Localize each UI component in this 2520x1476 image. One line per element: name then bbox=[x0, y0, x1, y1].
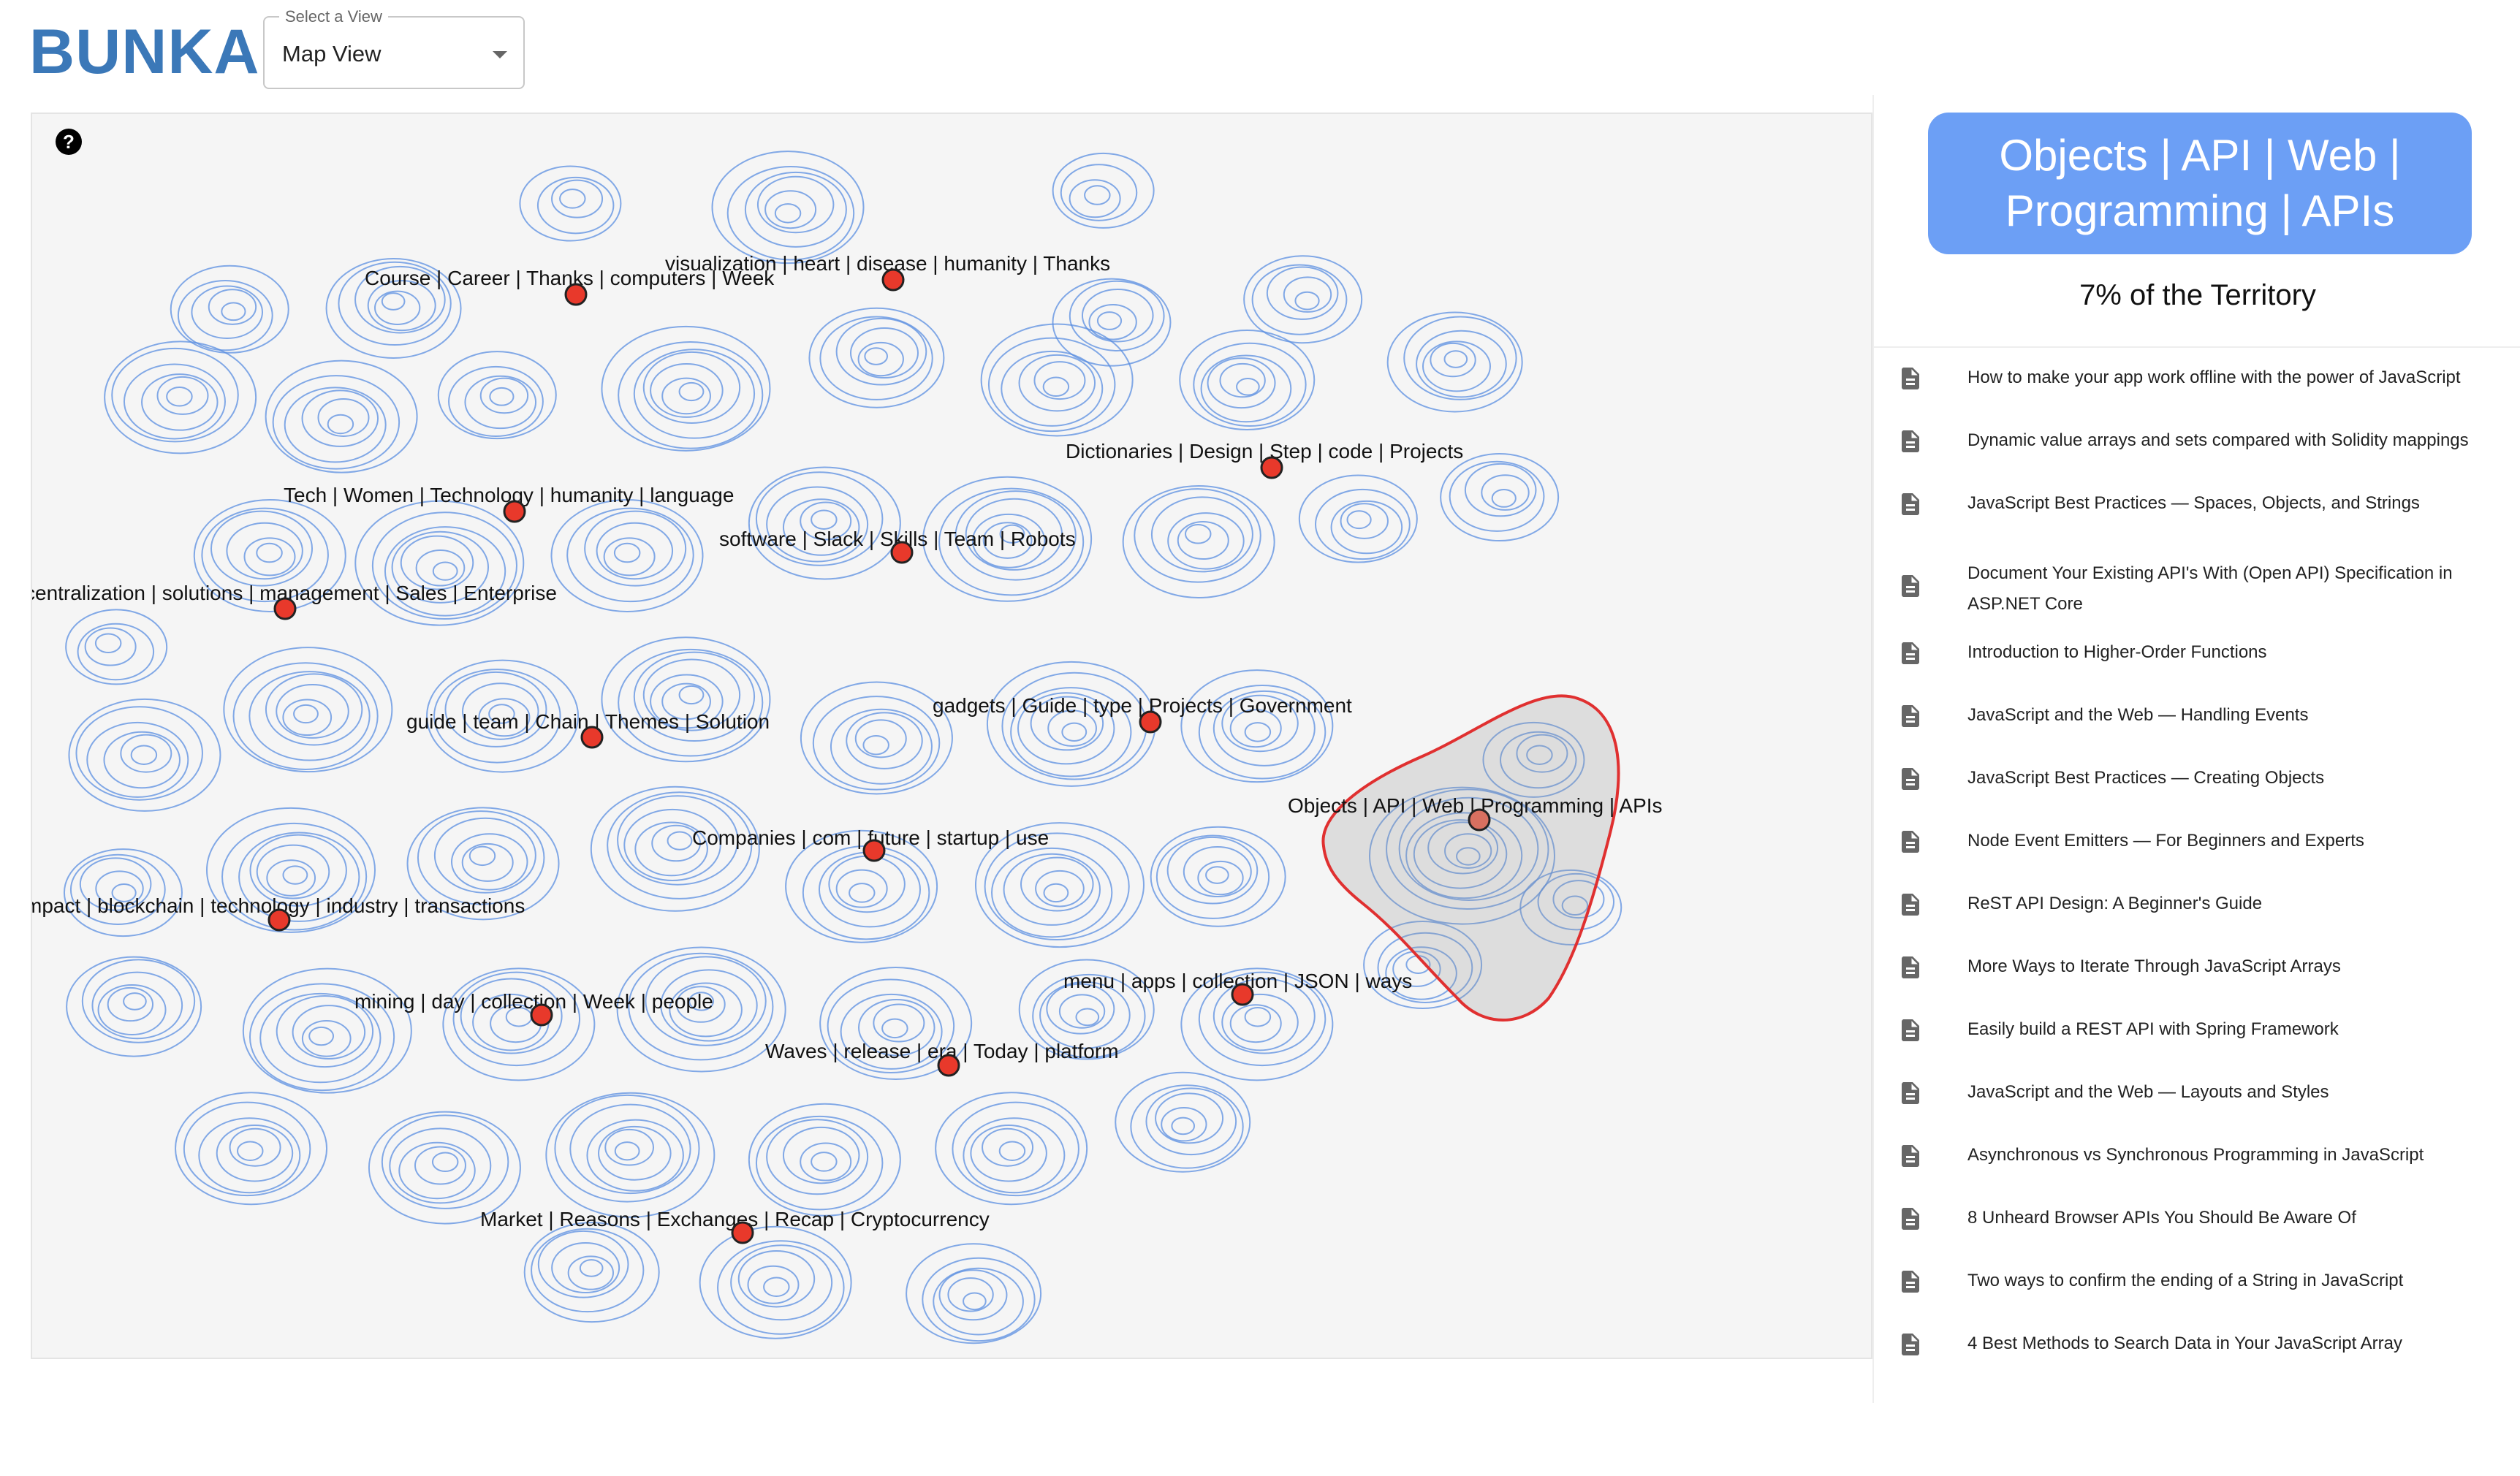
chevron-down-icon bbox=[493, 51, 507, 58]
document-icon bbox=[1897, 1143, 1924, 1169]
topic-point[interactable] bbox=[731, 1221, 754, 1244]
view-select-legend: Select a View bbox=[279, 7, 388, 26]
document-title: 8 Unheard Browser APIs You Should Be Awa… bbox=[1967, 1208, 2356, 1228]
document-title: More Ways to Iterate Through JavaScript … bbox=[1967, 956, 2341, 976]
document-item[interactable]: JavaScript Best Practices — Creating Obj… bbox=[1874, 758, 2520, 817]
document-icon bbox=[1897, 491, 1924, 517]
document-icon bbox=[1897, 766, 1924, 792]
document-icon bbox=[1897, 573, 1924, 599]
document-title: Introduction to Higher-Order Functions bbox=[1967, 642, 2267, 662]
topic-point[interactable] bbox=[1468, 808, 1491, 832]
document-item[interactable]: Dynamic value arrays and sets compared w… bbox=[1874, 421, 2520, 479]
topic-point[interactable] bbox=[503, 500, 526, 523]
topic-point[interactable] bbox=[1139, 710, 1162, 734]
document-icon bbox=[1897, 703, 1924, 729]
document-item[interactable]: JavaScript and the Web — Layouts and Sty… bbox=[1874, 1073, 2520, 1131]
help-icon[interactable]: ? bbox=[56, 129, 82, 155]
topic-point[interactable] bbox=[267, 908, 291, 932]
topic-label: centralization | solutions | management … bbox=[32, 582, 557, 604]
document-item[interactable]: More Ways to Iterate Through JavaScript … bbox=[1874, 947, 2520, 1005]
document-item[interactable]: Document Your Existing API's With (Open … bbox=[1874, 554, 2520, 614]
view-select[interactable]: Select a View Map View bbox=[263, 7, 525, 89]
document-item[interactable]: How to make your app work offline with t… bbox=[1874, 358, 2520, 416]
document-title: Asynchronous vs Synchronous Programming … bbox=[1967, 1145, 2424, 1165]
app-logo: BUNKA bbox=[29, 17, 260, 87]
document-icon bbox=[1897, 1080, 1924, 1106]
topic-label: gadgets | Guide | type | Projects | Gove… bbox=[933, 694, 1352, 717]
document-title: Dynamic value arrays and sets compared w… bbox=[1967, 430, 2469, 450]
document-title: How to make your app work offline with t… bbox=[1967, 368, 2461, 387]
view-select-value: Map View bbox=[282, 41, 382, 66]
document-title: JavaScript and the Web — Handling Events bbox=[1967, 705, 2309, 725]
divider bbox=[1874, 346, 2520, 348]
topic-point[interactable] bbox=[1231, 983, 1254, 1006]
document-title: Document Your Existing API's With (Open … bbox=[1967, 563, 2453, 614]
map-canvas[interactable]: Course | Career | Thanks | computers | W… bbox=[32, 114, 1872, 1359]
document-item[interactable]: JavaScript and the Web — Handling Events bbox=[1874, 696, 2520, 754]
topic-map[interactable]: Course | Career | Thanks | computers | W… bbox=[31, 113, 1872, 1359]
topic-point[interactable] bbox=[937, 1054, 960, 1077]
document-icon bbox=[1897, 1268, 1924, 1295]
topic-point[interactable] bbox=[564, 283, 588, 306]
topic-point[interactable] bbox=[273, 597, 297, 620]
document-icon bbox=[1897, 1331, 1924, 1358]
topic-point[interactable] bbox=[580, 726, 604, 749]
document-title: ReST API Design: A Beginner's Guide bbox=[1967, 894, 2263, 913]
document-icon bbox=[1897, 829, 1924, 855]
topic-point[interactable] bbox=[881, 268, 905, 292]
document-item[interactable]: ReST API Design: A Beginner's Guide bbox=[1874, 884, 2520, 943]
topic-point[interactable] bbox=[862, 839, 886, 862]
topic-point[interactable] bbox=[1260, 456, 1283, 479]
document-icon bbox=[1897, 1206, 1924, 1232]
document-item[interactable]: JavaScript Best Practices — Spaces, Obje… bbox=[1874, 484, 2520, 542]
document-icon bbox=[1897, 640, 1924, 666]
document-title: Easily build a REST API with Spring Fram… bbox=[1967, 1019, 2339, 1039]
document-title: 4 Best Methods to Search Data in Your Ja… bbox=[1967, 1334, 2402, 1353]
density-contours bbox=[63, 151, 1623, 1344]
topic-point[interactable] bbox=[530, 1003, 553, 1027]
document-title: JavaScript and the Web — Layouts and Sty… bbox=[1967, 1082, 2329, 1102]
document-title: JavaScript Best Practices — Spaces, Obje… bbox=[1967, 493, 2420, 513]
document-icon bbox=[1897, 428, 1924, 454]
document-title: Node Event Emitters — For Beginners and … bbox=[1967, 831, 2364, 851]
document-item[interactable]: Node Event Emitters — For Beginners and … bbox=[1874, 821, 2520, 880]
document-item[interactable]: Two ways to confirm the ending of a Stri… bbox=[1874, 1261, 2520, 1320]
document-list[interactable]: How to make your app work offline with t… bbox=[1874, 358, 2520, 1476]
document-icon bbox=[1897, 1017, 1924, 1043]
document-icon bbox=[1897, 365, 1924, 392]
territory-share: 7% of the Territory bbox=[2079, 279, 2316, 311]
document-item[interactable]: Asynchronous vs Synchronous Programming … bbox=[1874, 1135, 2520, 1194]
document-title: JavaScript Best Practices — Creating Obj… bbox=[1967, 768, 2325, 788]
document-icon bbox=[1897, 891, 1924, 918]
document-item[interactable]: 4 Best Methods to Search Data in Your Ja… bbox=[1874, 1324, 2520, 1382]
selected-topic-title: Objects | API | Web | Programming | APIs bbox=[1928, 113, 2472, 254]
document-title: Two ways to confirm the ending of a Stri… bbox=[1967, 1271, 2404, 1290]
document-item[interactable]: Introduction to Higher-Order Functions bbox=[1874, 633, 2520, 691]
document-item[interactable]: Easily build a REST API with Spring Fram… bbox=[1874, 1010, 2520, 1068]
document-icon bbox=[1897, 954, 1924, 981]
topic-point[interactable] bbox=[890, 541, 914, 564]
document-item[interactable]: 8 Unheard Browser APIs You Should Be Awa… bbox=[1874, 1198, 2520, 1257]
topic-detail-panel: Objects | API | Web | Programming | APIs… bbox=[1872, 95, 2520, 1403]
